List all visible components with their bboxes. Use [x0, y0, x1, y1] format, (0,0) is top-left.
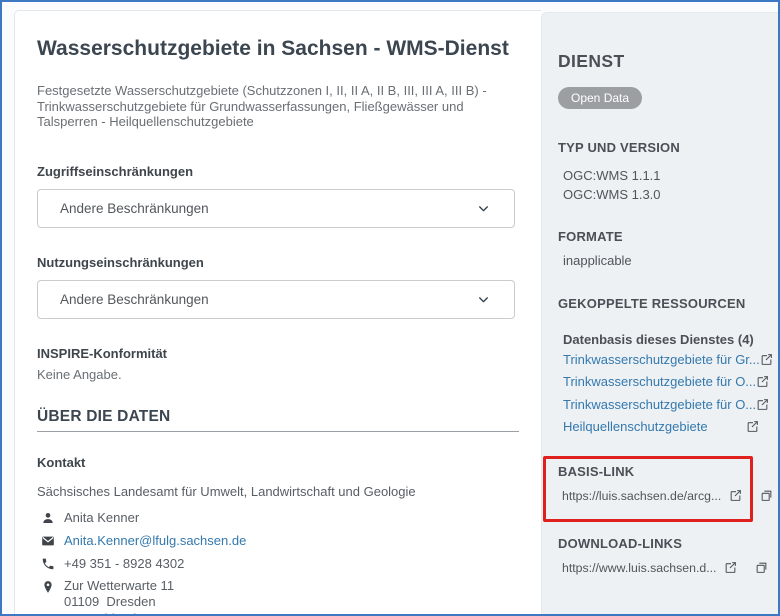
- chevron-down-icon: [477, 293, 490, 306]
- basis-link-label: BASIS-LINK: [558, 464, 635, 479]
- type-version-value: OGC:WMS 1.3.0: [563, 187, 661, 202]
- contact-person-row: Anita Kenner: [37, 509, 519, 526]
- formats-label: FORMATE: [558, 229, 623, 244]
- copy-icon[interactable]: [760, 489, 773, 502]
- coupled-resources-sublabel: Datenbasis dieses Dienstes (4): [563, 332, 754, 347]
- contact-phone-row: +49 351 - 8928 4302: [37, 555, 519, 572]
- usage-restrictions-field: Nutzungseinschränkungen Andere Beschränk…: [37, 255, 519, 320]
- external-link-icon[interactable]: [746, 420, 759, 433]
- main-content-card: Wasserschutzgebiete in Sachsen - WMS-Die…: [14, 10, 541, 614]
- coupled-resource-row: Trinkwasserschutzgebiete für O...: [563, 396, 769, 412]
- coupled-resource-link[interactable]: Trinkwasserschutzgebiete für Gr...: [563, 352, 760, 367]
- service-sidebar: DIENST Open Data TYP UND VERSION OGC:WMS…: [541, 12, 778, 614]
- external-link-icon[interactable]: [756, 398, 769, 411]
- mail-icon: [41, 534, 55, 548]
- section-divider: [37, 431, 519, 433]
- contact-phone: +49 351 - 8928 4302: [64, 556, 185, 572]
- page-title: Wasserschutzgebiete in Sachsen - WMS-Die…: [37, 37, 509, 60]
- coupled-resource-link[interactable]: Trinkwasserschutzgebiete für O...: [563, 374, 756, 389]
- inspire-label: INSPIRE-Konformität: [37, 346, 167, 362]
- basis-link-url[interactable]: https://luis.sachsen.de/arcg...: [562, 489, 721, 503]
- person-icon: [41, 511, 55, 525]
- basis-link-row: https://luis.sachsen.de/arcg...: [562, 487, 772, 504]
- access-restrictions-label: Zugriffseinschränkungen: [37, 164, 194, 180]
- coupled-resources-label: GEKOPPELTE RESSOURCEN: [558, 296, 746, 311]
- metadata-detail-page: Wasserschutzgebiete in Sachsen - WMS-Die…: [0, 0, 780, 616]
- open-data-badge: Open Data: [558, 87, 643, 109]
- coupled-resource-row: Trinkwasserschutzgebiete für O...: [563, 374, 769, 390]
- basis-link-section: BASIS-LINK https://luis.sachsen.de/arcg.…: [558, 464, 772, 504]
- type-version-section: TYP UND VERSION OGC:WMS 1.1.1 OGC:WMS 1.…: [558, 140, 762, 204]
- usage-restrictions-label: Nutzungseinschränkungen: [37, 255, 204, 271]
- contact-person: Anita Kenner: [64, 510, 140, 526]
- usage-restrictions-select[interactable]: Andere Beschränkungen: [37, 280, 515, 320]
- type-version-value: OGC:WMS 1.1.1: [563, 168, 661, 183]
- phone-icon: [41, 557, 55, 571]
- type-version-label: TYP UND VERSION: [558, 140, 680, 155]
- external-link-icon[interactable]: [724, 561, 737, 574]
- coupled-resources-section: GEKOPPELTE RESSOURCEN Datenbasis dieses …: [558, 296, 772, 435]
- download-links-section: DOWNLOAD-LINKS https://www.luis.sachsen.…: [558, 536, 767, 576]
- contact-email-row: Anita.Kenner@lfulg.sachsen.de: [37, 532, 519, 549]
- about-data-heading: ÜBER DIE DATEN: [37, 408, 171, 426]
- inspire-conformity: INSPIRE-Konformität Keine Angabe.: [37, 346, 519, 383]
- external-link-icon[interactable]: [729, 489, 742, 502]
- contact-email-link[interactable]: Anita.Kenner@lfulg.sachsen.de: [64, 532, 246, 549]
- coupled-resource-row: Heilquellenschutzgebiete: [563, 419, 759, 435]
- contact-block: Kontakt Sächsisches Landesamt für Umwelt…: [37, 455, 519, 614]
- coupled-resource-row: Trinkwasserschutzgebiete für Gr...: [563, 351, 772, 367]
- inspire-value: Keine Angabe.: [37, 367, 122, 383]
- coupled-resource-link[interactable]: Trinkwasserschutzgebiete für O...: [563, 397, 756, 412]
- formats-value: inapplicable: [563, 253, 632, 268]
- download-link-url[interactable]: https://www.luis.sachsen.d...: [562, 561, 716, 575]
- chevron-down-icon: [477, 202, 490, 215]
- formats-section: FORMATE inapplicable: [558, 229, 762, 269]
- copy-icon[interactable]: [755, 561, 768, 574]
- contact-address-row: Zur Wetterwarte 1101109 DresdenDeutschla…: [37, 578, 519, 614]
- coupled-resource-link[interactable]: Heilquellenschutzgebiete: [563, 419, 708, 434]
- sidebar-heading: DIENST: [558, 51, 625, 71]
- contact-label: Kontakt: [37, 455, 86, 471]
- usage-restrictions-value: Andere Beschränkungen: [60, 292, 209, 308]
- download-link-row: https://www.luis.sachsen.d...: [562, 559, 767, 576]
- download-links-label: DOWNLOAD-LINKS: [558, 536, 683, 551]
- service-description: Festgesetzte Wasserschutzgebiete (Schutz…: [37, 83, 487, 130]
- access-restrictions-field: Zugriffseinschränkungen Andere Beschränk…: [37, 164, 519, 229]
- external-link-icon[interactable]: [756, 375, 769, 388]
- external-link-icon[interactable]: [760, 353, 773, 366]
- contact-address: Zur Wetterwarte 1101109 DresdenDeutschla…: [64, 578, 175, 614]
- access-restrictions-value: Andere Beschränkungen: [60, 201, 209, 217]
- location-pin-icon: [41, 580, 55, 594]
- access-restrictions-select[interactable]: Andere Beschränkungen: [37, 189, 515, 229]
- organization-name: Sächsisches Landesamt für Umwelt, Landwi…: [37, 484, 416, 500]
